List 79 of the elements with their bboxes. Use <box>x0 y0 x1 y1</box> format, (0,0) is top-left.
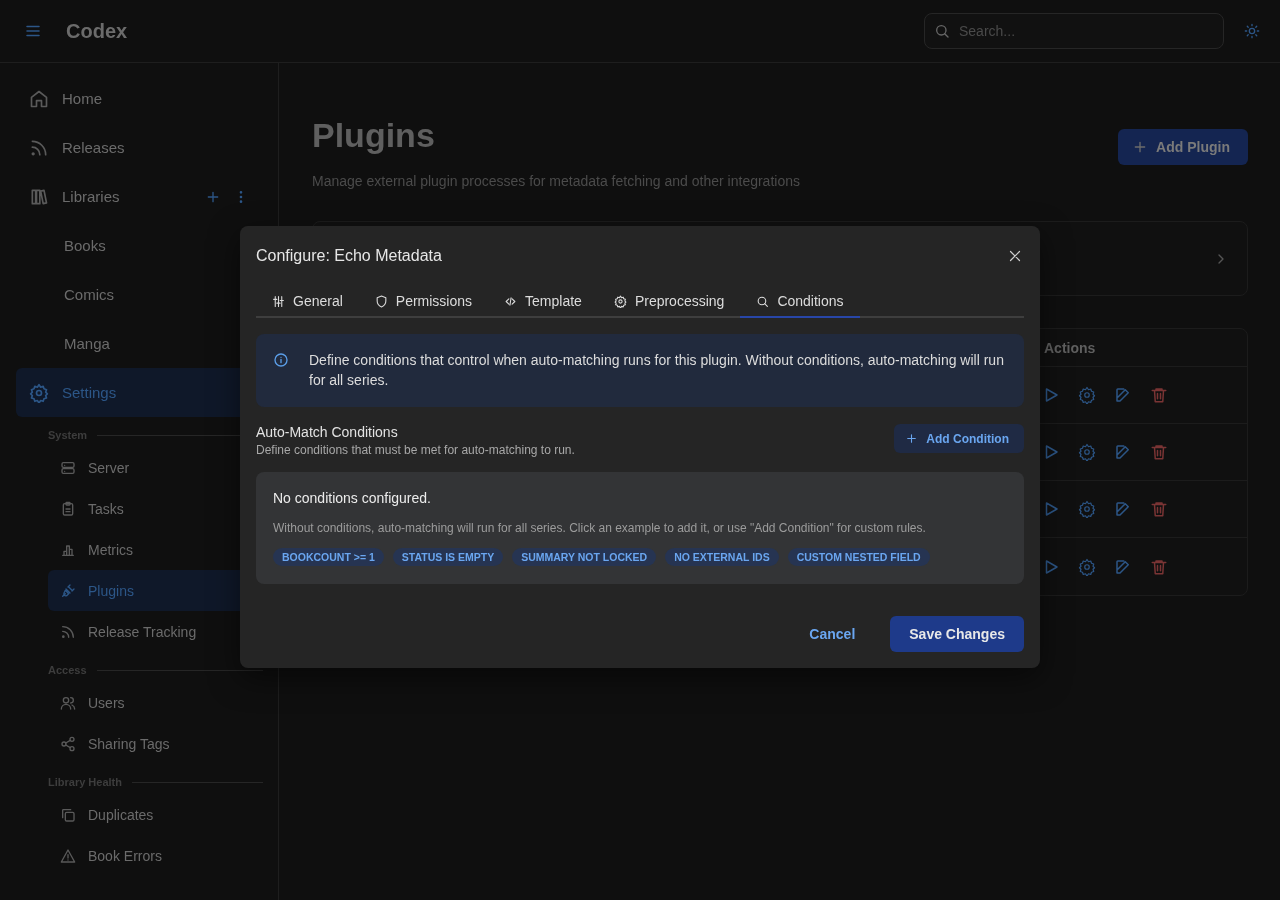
tab[interactable]: Permissions <box>358 286 489 318</box>
delete-button[interactable] <box>1150 386 1168 404</box>
edit-button[interactable] <box>1114 443 1132 461</box>
delete-button[interactable] <box>1150 500 1168 518</box>
column-header: Actions <box>1044 339 1096 356</box>
home-icon <box>29 88 49 109</box>
sidebar-subitem[interactable]: Users <box>48 682 264 723</box>
theme-toggle-button[interactable] <box>1244 23 1260 39</box>
edit-icon <box>1114 443 1132 461</box>
rss-icon <box>60 623 76 640</box>
edit-icon <box>1114 386 1132 404</box>
delete-button[interactable] <box>1150 557 1168 576</box>
search-field[interactable]: Search... <box>924 13 1224 49</box>
library-item[interactable]: Manga <box>16 319 278 368</box>
dialog-title: Configure: Echo Metadata <box>256 247 442 265</box>
sidebar-subitem[interactable]: Release Tracking <box>48 611 264 652</box>
page-title: Plugins <box>312 115 436 155</box>
sidebar-subitem[interactable]: Metrics <box>48 529 264 570</box>
shield-icon <box>374 294 388 308</box>
sidebar-item[interactable]: Releases <box>16 123 278 172</box>
edit-button[interactable] <box>1114 386 1132 404</box>
edit-button[interactable] <box>1114 500 1132 518</box>
settings-button[interactable] <box>1078 386 1096 404</box>
section-title: Auto-Match Conditions <box>256 424 399 440</box>
sidebar-subitem[interactable]: Sharing Tags <box>48 723 264 764</box>
edit-icon <box>1114 500 1132 518</box>
add-condition-button[interactable]: Add Condition <box>894 424 1024 453</box>
tab[interactable]: Preprocessing <box>597 286 741 318</box>
clipboard-icon <box>60 500 76 517</box>
example-chip[interactable]: CUSTOM NESTED FIELD <box>787 548 930 566</box>
trash-icon <box>1150 557 1168 576</box>
tab[interactable]: Conditions <box>740 286 860 318</box>
sidebar-subitem[interactable]: Duplicates <box>48 794 264 835</box>
empty-state-title: No conditions configured. <box>273 490 432 506</box>
warning-icon <box>60 847 76 864</box>
settings-button[interactable] <box>1078 500 1096 518</box>
example-chip[interactable]: BOOKCOUNT >= 1 <box>273 548 384 566</box>
settings-button[interactable] <box>1078 443 1096 461</box>
sun-icon <box>1244 23 1260 39</box>
settings-icon <box>1078 386 1096 404</box>
settings-icon <box>613 294 627 308</box>
example-chip[interactable]: NO EXTERNAL IDS <box>665 548 779 566</box>
search-icon <box>934 23 950 39</box>
sliders-icon <box>272 294 285 308</box>
empty-state-description: Without conditions, auto-matching will run for all series. Click an example to add it, or use "Add Condition" for custom rules. <box>273 521 927 535</box>
edit-icon <box>1114 557 1132 576</box>
example-chip[interactable]: SUMMARY NOT LOCKED <box>512 548 657 566</box>
app-title: Codex <box>66 19 128 43</box>
cancel-button[interactable]: Cancel <box>808 618 857 650</box>
save-button[interactable]: Save Changes <box>890 616 1024 652</box>
sidebar-subitem[interactable]: Tasks <box>48 488 264 529</box>
plus-icon <box>905 432 919 445</box>
add-plugin-button[interactable]: Add Plugin <box>1118 129 1248 165</box>
settings-icon <box>1078 500 1096 518</box>
sidebar-item[interactable]: Home <box>16 74 278 123</box>
delete-button[interactable] <box>1150 443 1168 461</box>
info-icon <box>273 352 289 368</box>
code-icon <box>504 294 518 308</box>
settings-icon <box>29 382 49 403</box>
sidebar-item[interactable]: Libraries <box>16 172 278 221</box>
trash-icon <box>1150 443 1168 461</box>
tab[interactable]: Template <box>488 286 598 318</box>
example-chip[interactable]: STATUS IS EMPTY <box>392 548 504 566</box>
sidebar-subitem[interactable]: Book Errors <box>48 835 264 876</box>
section-subtitle: Define conditions that must be met for auto-matching to run. <box>256 443 575 457</box>
trash-icon <box>1150 386 1168 404</box>
server-icon <box>60 459 76 476</box>
trash-icon <box>1150 500 1168 518</box>
settings-button[interactable] <box>1078 557 1096 576</box>
copy-icon <box>60 806 76 823</box>
plug-icon <box>60 582 76 599</box>
share-icon <box>60 735 76 752</box>
users-icon <box>60 694 76 711</box>
info-text: Define conditions that control when auto-matching runs for this plugin. Without conditions, auto-matching will run for all series. <box>309 351 1005 390</box>
search-icon <box>756 294 770 308</box>
page-subtitle: Manage external plugin processes for metadata fetching and other integrations <box>312 173 800 189</box>
edit-button[interactable] <box>1114 557 1132 576</box>
settings-icon <box>1078 443 1096 461</box>
settings-icon <box>1078 557 1096 576</box>
